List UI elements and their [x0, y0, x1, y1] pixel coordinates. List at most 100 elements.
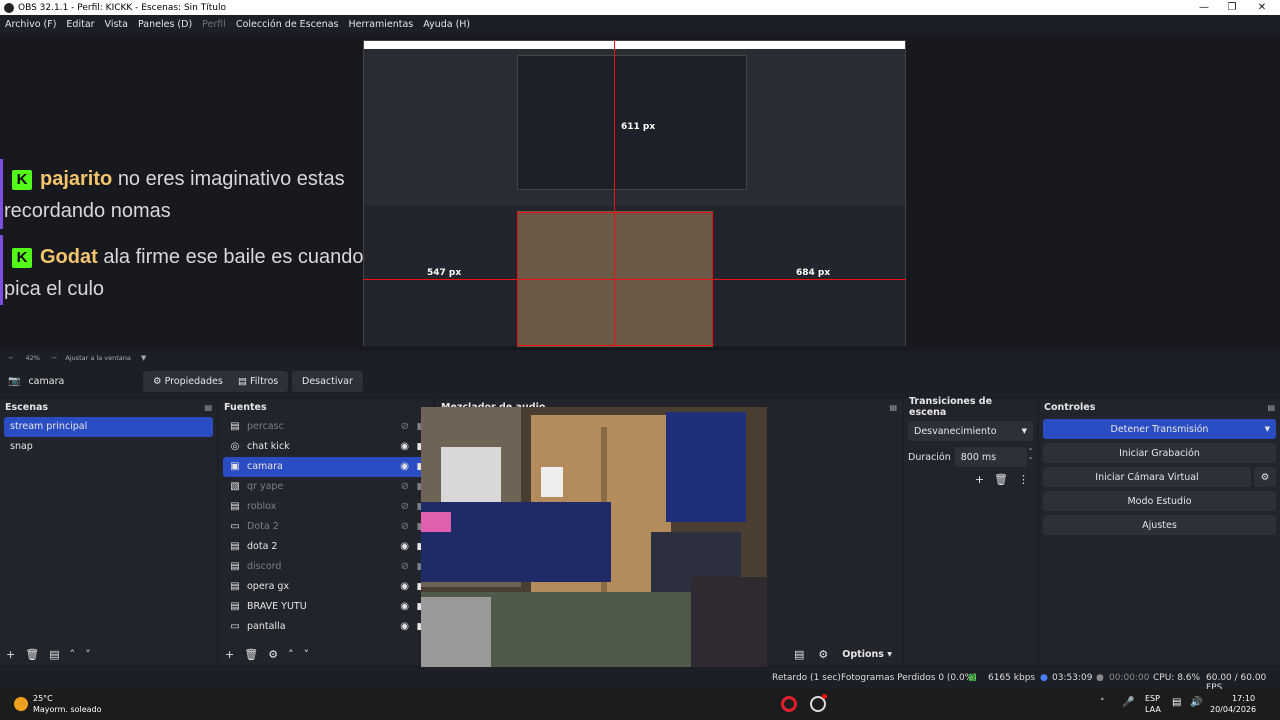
menu-item[interactable]: Perfil: [197, 19, 231, 30]
chevron-up-icon[interactable]: ˄: [70, 648, 76, 661]
source-item[interactable]: ▧qr yape⊘■: [223, 477, 429, 497]
eye-icon[interactable]: ◉: [400, 537, 409, 557]
zoom-fit-dropdown[interactable]: Ajustar a la ventana: [65, 354, 131, 362]
window-icon: ▤: [230, 561, 240, 572]
source-item[interactable]: ▤roblox⊘■: [223, 497, 429, 517]
microphone-icon[interactable]: 🎤: [1122, 697, 1134, 708]
filters-button[interactable]: ▤ Filtros: [228, 371, 289, 392]
menu-item[interactable]: Vista: [100, 19, 133, 30]
signal-icon: ▩: [968, 673, 977, 683]
opera-gx-icon[interactable]: [781, 696, 797, 712]
eye-icon[interactable]: ◉: [400, 457, 409, 477]
eye-icon[interactable]: ◉: [400, 617, 409, 637]
scene-item[interactable]: stream principal: [4, 417, 213, 437]
eye-icon[interactable]: ◉: [400, 597, 409, 617]
trash-icon[interactable]: 🗑: [994, 473, 1008, 486]
add-icon[interactable]: +: [225, 648, 234, 661]
settings-button[interactable]: Ajustes: [1043, 515, 1276, 535]
chevron-down-icon[interactable]: ˅: [304, 648, 310, 661]
distance-left-label: 547 px: [427, 268, 462, 278]
eye-icon[interactable]: ◉: [400, 437, 409, 457]
stop-stream-button[interactable]: Detener Transmisión ▼: [1043, 419, 1276, 439]
globe-icon: ◎: [230, 441, 240, 452]
options-button[interactable]: Options ▾: [842, 649, 892, 660]
close-icon[interactable]: ✕: [1248, 0, 1276, 15]
zoom-out-icon[interactable]: −: [8, 354, 13, 362]
chevron-up-icon[interactable]: ˄: [1100, 698, 1105, 708]
dropped-frames-status: Fotogramas Perdidos 0 (0.0%): [841, 673, 977, 683]
start-virtual-cam-button[interactable]: Iniciar Cámara Virtual: [1043, 467, 1251, 487]
chevron-down-icon[interactable]: ˅: [85, 648, 91, 661]
trash-icon[interactable]: 🗑: [244, 648, 258, 661]
filter-icon[interactable]: ▤: [49, 648, 59, 661]
add-icon[interactable]: +: [975, 473, 984, 486]
weather-temp[interactable]: 25°C: [33, 694, 53, 703]
scenes-toolbar: + 🗑 ▤ ˄ ˅: [0, 643, 217, 665]
menu-item[interactable]: Archivo (F): [0, 19, 61, 30]
menu-item[interactable]: Herramientas: [344, 19, 419, 30]
chevron-down-icon[interactable]: ▼: [141, 354, 146, 362]
source-label: discord: [247, 561, 282, 572]
source-item[interactable]: ▣camara◉■: [223, 457, 429, 477]
menu-item[interactable]: Editar: [61, 19, 99, 30]
sources-toolbar: + 🗑 ⚙ ˄ ˅: [219, 643, 433, 665]
chevron-up-icon[interactable]: ˄: [288, 648, 294, 661]
weather-desc[interactable]: Mayorm. soleado: [33, 705, 102, 714]
stream-time: 03:53:09: [1052, 673, 1093, 683]
deactivate-button[interactable]: Desactivar: [292, 371, 363, 392]
selection-box[interactable]: [517, 212, 713, 346]
source-label: qr yape: [247, 481, 284, 492]
undock-icon[interactable]: ▤: [1267, 403, 1275, 412]
maximize-icon[interactable]: ❐: [1218, 0, 1246, 15]
source-item[interactable]: ▤percasc⊘■: [223, 417, 429, 437]
gear-icon[interactable]: ⚙: [268, 648, 278, 661]
scene-item[interactable]: snap: [4, 437, 213, 457]
virtual-cam-settings-icon[interactable]: ⚙: [1254, 467, 1276, 487]
properties-button[interactable]: ⚙ Propiedades: [143, 371, 233, 392]
menu-item[interactable]: Ayuda (H): [418, 19, 475, 30]
eye-off-icon[interactable]: ⊘: [401, 517, 409, 537]
studio-mode-button[interactable]: Modo Estudio: [1043, 491, 1276, 511]
chevron-down-icon: ▼: [1021, 427, 1027, 435]
volume-icon[interactable]: 🔊: [1190, 697, 1202, 708]
add-icon[interactable]: +: [6, 648, 15, 661]
source-item[interactable]: ▭pantalla◉■: [223, 617, 429, 637]
transition-select[interactable]: Desvanecimiento ▼: [908, 421, 1033, 441]
network-icon[interactable]: ▤: [1172, 697, 1181, 708]
menu-item[interactable]: Paneles (D): [133, 19, 197, 30]
transitions-title: Transiciones de escena: [909, 396, 993, 418]
title-bar: OBS 32.1.1 - Perfil: KICKK - Escenas: Si…: [0, 0, 1280, 15]
source-item[interactable]: ▤discord⊘■: [223, 557, 429, 577]
eye-off-icon[interactable]: ⊘: [401, 497, 409, 517]
minimize-icon[interactable]: —: [1190, 0, 1218, 15]
language-layout[interactable]: LAA: [1145, 705, 1161, 714]
undock-icon[interactable]: ▤: [889, 403, 897, 412]
source-item[interactable]: ◎chat kick◉■: [223, 437, 429, 457]
mixer-settings-icon[interactable]: ⚙: [818, 648, 828, 661]
language-code[interactable]: ESP: [1145, 694, 1160, 703]
trash-icon[interactable]: 🗑: [25, 648, 39, 661]
start-recording-button[interactable]: Iniciar Grabación: [1043, 443, 1276, 463]
preview-canvas[interactable]: Kpajarito no eres imaginativo estas reco…: [0, 33, 1280, 351]
undock-icon[interactable]: ▤: [204, 403, 212, 412]
source-item[interactable]: ▤dota 2◉■: [223, 537, 429, 557]
eye-off-icon[interactable]: ⊘: [401, 557, 409, 577]
more-icon[interactable]: ⋮: [1018, 473, 1029, 486]
source-label: percasc: [247, 421, 284, 432]
duration-input[interactable]: 800 ms: [954, 447, 1027, 467]
zoom-in-icon[interactable]: −: [52, 354, 57, 362]
duration-stepper[interactable]: ˄ ˅: [1029, 448, 1033, 466]
source-item[interactable]: ▭Dota 2⊘■: [223, 517, 429, 537]
eye-off-icon[interactable]: ⊘: [401, 417, 409, 437]
chevron-down-icon: ▼: [1264, 425, 1270, 433]
clock-time[interactable]: 17:10: [1232, 694, 1255, 703]
menu-item[interactable]: Colección de Escenas: [231, 19, 344, 30]
eye-off-icon[interactable]: ⊘: [401, 477, 409, 497]
layout-icon[interactable]: ▤: [794, 648, 804, 661]
source-item[interactable]: ▤opera gx◉■: [223, 577, 429, 597]
window-icon: ▤: [230, 601, 240, 612]
clock-date[interactable]: 20/04/2026: [1210, 705, 1256, 714]
distance-top-label: 611 px: [621, 122, 656, 132]
eye-icon[interactable]: ◉: [400, 577, 409, 597]
source-item[interactable]: ▤BRAVE YUTU◉■: [223, 597, 429, 617]
